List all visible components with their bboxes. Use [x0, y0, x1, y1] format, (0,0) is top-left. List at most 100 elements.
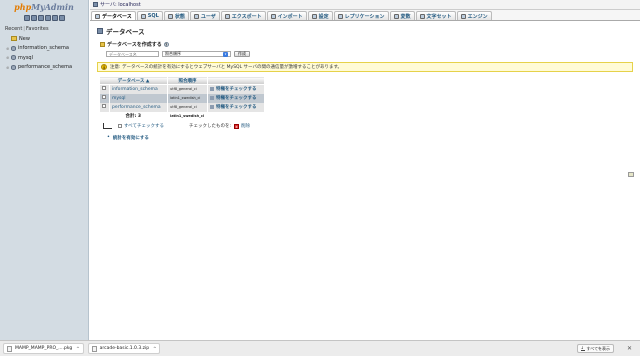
show-all-downloads-button[interactable]: ↓ すべてを表示 — [576, 344, 614, 353]
file-icon — [91, 345, 97, 352]
collation-cell: utf8_general_ci — [167, 102, 208, 112]
bullet-icon: • — [107, 135, 110, 140]
privileges-icon — [210, 95, 214, 100]
database-link[interactable]: performance_schema — [109, 102, 168, 112]
download-icon: ↓ — [580, 345, 585, 351]
downloads-bar: MAMP_MAMP_PRO_....pkg ^ arcade-basic.1.0… — [0, 340, 640, 356]
chevron-up-icon[interactable]: ^ — [153, 346, 156, 351]
collation-cell: latin1_swedish_ci — [167, 93, 208, 103]
table-row: mysql latin1_swedish_ci 特権をチェックする — [99, 93, 265, 103]
drop-link[interactable]: 削除 — [241, 123, 250, 129]
tab-status[interactable]: 状態 — [163, 11, 189, 20]
info-icon: i — [101, 64, 107, 70]
arrow-ltr-icon — [103, 123, 112, 129]
with-selected-label: チェックしたものを: — [189, 124, 232, 129]
database-link[interactable]: information_schema — [109, 84, 168, 94]
chevron-up-icon[interactable]: ^ — [76, 346, 79, 351]
database-tree: New ⊕ information_schema ⊕ mysql ⊕ performa… — [6, 34, 72, 72]
check-all-link[interactable]: すべてチェックする — [124, 123, 164, 129]
download-item[interactable]: arcade-basic.1.0.3.zip ^ — [87, 343, 161, 354]
check-privileges-link[interactable]: 特権をチェックする — [207, 84, 265, 94]
docs-icon[interactable] — [44, 15, 51, 21]
tab-charsets[interactable]: 文字セット — [415, 11, 456, 20]
tree-item-information-schema[interactable]: ⊕ information_schema — [6, 44, 72, 54]
create-button[interactable]: 作成 — [234, 51, 250, 57]
server-link[interactable]: サーバ: localhost — [100, 1, 141, 8]
top-menu-tabs: データベース SQL 状態 ユーザ エクスポート インポート 設定 レプリケーシ… — [90, 10, 640, 21]
privileges-icon — [210, 104, 214, 109]
main-panel: サーバ: localhost データベース SQL 状態 ユーザ エクスポート … — [90, 0, 640, 340]
create-database-row: 照合順序 ▾ 作成 — [106, 50, 633, 58]
help-icon[interactable]: ? — [163, 42, 169, 47]
enable-statistics-link[interactable]: • 統計を有効にする — [107, 135, 633, 141]
query-window-icon[interactable] — [37, 15, 44, 21]
tab-variables[interactable]: 変数 — [389, 11, 415, 20]
stats-notice: i 注意: データベースの統計を有効にするとウェブサーバと MySQL サーバの… — [97, 62, 633, 72]
tab-separator: | — [23, 26, 25, 32]
bulk-action-row: すべてチェックする チェックしたものを: x 削除 — [103, 122, 633, 131]
row-checkbox[interactable] — [101, 95, 106, 99]
databases-table: データベース ▲ 照合順序 information_schema utf8_ge… — [99, 76, 265, 121]
row-checkbox[interactable] — [101, 104, 106, 108]
tab-replication[interactable]: レプリケーション — [333, 11, 389, 20]
database-icon — [11, 64, 16, 70]
database-icon — [11, 45, 16, 51]
tree-item-mysql[interactable]: ⊕ mysql — [6, 53, 72, 63]
tree-item-new[interactable]: New — [6, 34, 72, 44]
tab-engines[interactable]: エンジン — [456, 11, 492, 20]
users-icon — [193, 13, 199, 19]
home-icon[interactable] — [23, 15, 30, 21]
page-title: データベース — [97, 26, 633, 36]
check-all-checkbox[interactable] — [118, 124, 122, 128]
favorites-tab[interactable]: Favorites — [26, 26, 49, 32]
charset-icon — [419, 13, 425, 19]
new-db-icon — [100, 42, 105, 47]
database-icon — [11, 55, 16, 61]
drop-icon[interactable]: x — [234, 123, 240, 129]
status-icon — [167, 13, 173, 19]
collation-select[interactable]: 照合順序 ▾ — [162, 51, 231, 57]
close-icon[interactable]: ✕ — [627, 345, 632, 352]
navigation-panel: phpMyAdmin Recent|Favorites New ⊕ informa… — [0, 0, 89, 340]
tree-item-performance-schema[interactable]: ⊕ performance_schema — [6, 63, 72, 73]
create-database-form: データベースを作成する ? 照合順序 ▾ 作成 — [100, 41, 633, 58]
collation-cell: utf8_general_ci — [167, 84, 208, 94]
import-icon — [270, 13, 276, 19]
check-privileges-link[interactable]: 特権をチェックする — [207, 93, 265, 103]
recent-tab[interactable]: Recent — [5, 26, 22, 32]
console-toggle-icon[interactable] — [628, 172, 634, 177]
privileges-icon — [210, 86, 214, 91]
tab-users[interactable]: ユーザ — [189, 11, 220, 20]
phpmyadmin-logo[interactable]: phpMyAdmin — [0, 0, 88, 14]
create-database-label: データベースを作成する ? — [100, 41, 633, 48]
database-icon — [95, 13, 100, 19]
settings-icon[interactable] — [51, 15, 58, 21]
page-content: データベース データベースを作成する ? 照合順序 ▾ 作成 i 注意: データ… — [90, 22, 640, 340]
tab-import[interactable]: インポート — [266, 11, 307, 20]
new-db-icon — [11, 36, 17, 42]
breadcrumb: サーバ: localhost — [90, 0, 640, 10]
download-item[interactable]: MAMP_MAMP_PRO_....pkg ^ — [3, 343, 84, 354]
tab-sql[interactable]: SQL — [136, 11, 163, 20]
column-header-database[interactable]: データベース ▲ — [99, 76, 168, 85]
database-link[interactable]: mysql — [109, 93, 168, 103]
row-checkbox[interactable] — [101, 86, 106, 91]
logout-icon[interactable] — [30, 15, 37, 21]
check-privileges-link[interactable]: 特権をチェックする — [207, 102, 265, 112]
sql-icon — [140, 13, 146, 19]
reload-icon[interactable] — [58, 15, 65, 21]
nav-icon-bar — [0, 14, 88, 23]
column-header-action — [207, 76, 265, 85]
table-header-row: データベース ▲ 照合順序 — [99, 76, 265, 85]
database-name-input[interactable] — [106, 51, 159, 57]
column-header-collation[interactable]: 照合順序 — [167, 76, 208, 85]
variables-icon — [393, 13, 399, 19]
tab-settings[interactable]: 設定 — [307, 11, 333, 20]
file-icon — [7, 345, 12, 352]
export-icon — [224, 13, 230, 19]
tab-export[interactable]: エクスポート — [220, 11, 266, 20]
total-collation: latin1_swedish_ci — [167, 111, 208, 121]
tab-databases[interactable]: データベース — [91, 11, 136, 20]
engines-icon — [460, 13, 466, 19]
server-icon — [93, 2, 98, 7]
